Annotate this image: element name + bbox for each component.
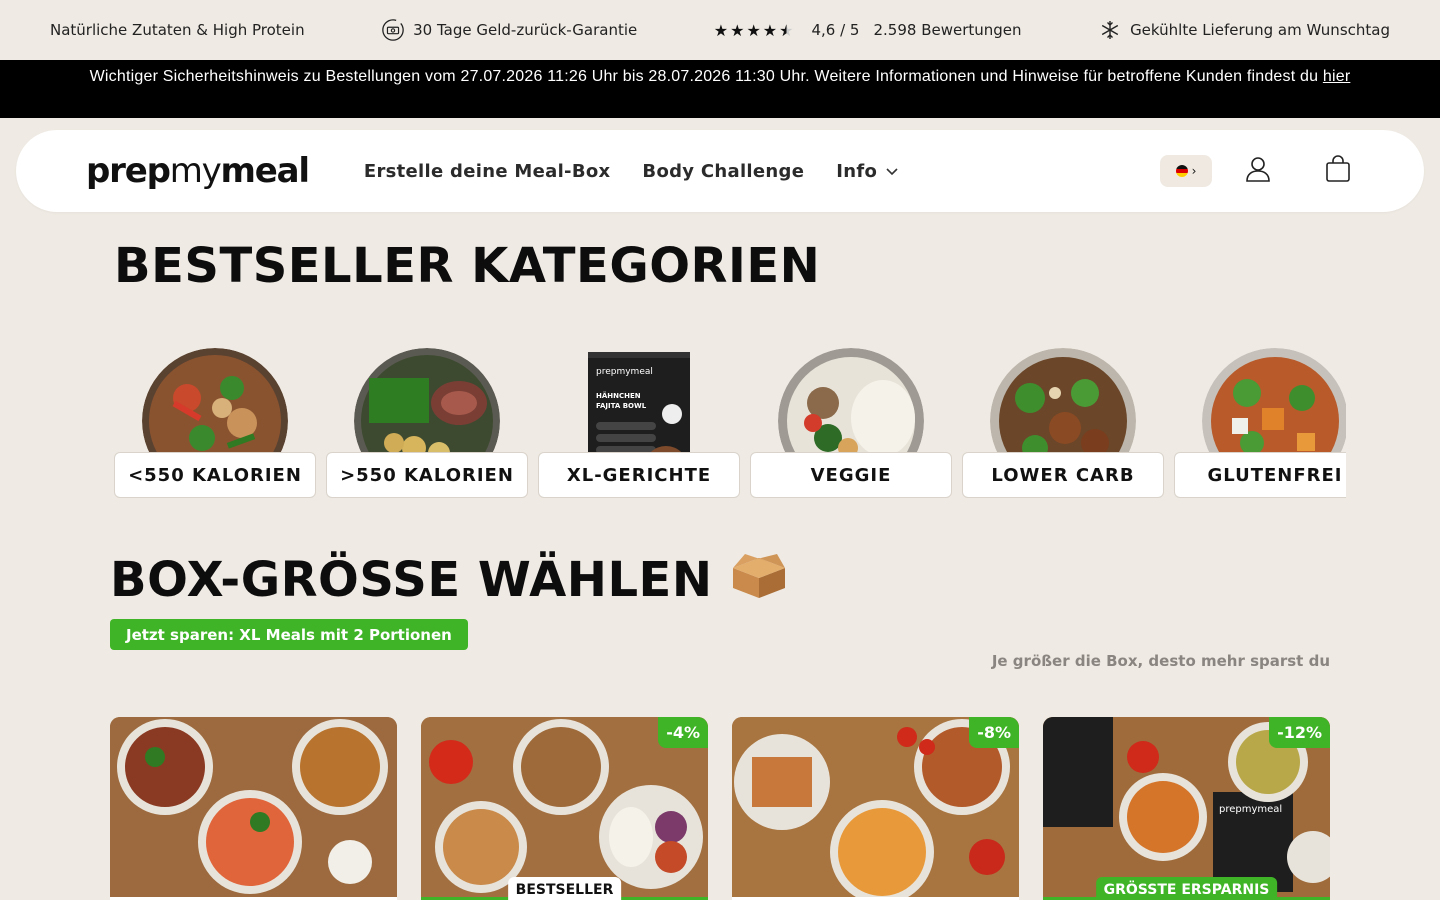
- usp-delivery-label: Gekühlte Lieferung am Wunschtag: [1130, 21, 1390, 39]
- security-notice: Wichtiger Sicherheitshinweis zu Bestellu…: [0, 60, 1440, 118]
- svg-text:prepmymeal: prepmymeal: [596, 367, 653, 377]
- security-notice-link[interactable]: hier: [1323, 68, 1350, 85]
- half-star-icon: ★: [779, 20, 794, 40]
- rating-score: 4,6 / 5: [811, 21, 860, 39]
- rating-count: 2.598 Bewertungen: [873, 21, 1022, 39]
- box-card-image: [110, 717, 397, 897]
- usp-natural-label: Natürliche Zutaten & High Protein: [50, 21, 305, 39]
- rating-stars: ★ ★ ★ ★ ★: [714, 21, 794, 40]
- bestseller-heading: BESTSELLER KATEGORIEN: [114, 238, 821, 294]
- logo-part-my: my: [169, 151, 222, 191]
- discount-badge: -8%: [969, 717, 1019, 748]
- main-nav: Erstelle deine Meal-Box Body Challenge I…: [364, 161, 899, 182]
- category-label: VEGGIE: [750, 452, 952, 498]
- star-icon: ★: [762, 20, 778, 40]
- box-size-cards: -4% BESTSELLER -8% prepmymeal -12% GRÖSS…: [110, 717, 1330, 900]
- chevron-right-icon: ›: [1191, 164, 1197, 178]
- nav-mealbox-label: Erstelle deine Meal-Box: [363, 160, 611, 182]
- money-back-icon: [381, 18, 405, 42]
- category-under-550[interactable]: <550 KALORIEN: [114, 340, 316, 500]
- cart-icon: [1324, 155, 1352, 187]
- biggest-savings-tag: GRÖSSTE ERSPARNIS: [1095, 877, 1278, 900]
- category-label: LOWER CARB: [962, 452, 1164, 498]
- security-notice-text: Wichtiger Sicherheitshinweis zu Bestellu…: [89, 68, 1319, 85]
- header-actions: ›: [1160, 155, 1354, 187]
- category-xl[interactable]: prepmymeal HÄHNCHEN FAJITA BOWL XL-GERICHT…: [538, 340, 740, 500]
- cart-button[interactable]: [1322, 155, 1354, 187]
- discount-badge: -12%: [1269, 717, 1330, 748]
- svg-text:prepmymeal: prepmymeal: [1219, 804, 1282, 815]
- category-carousel: <550 KALORIEN >550 KALORIEN prepmymeal HÄ…: [114, 340, 1346, 500]
- category-veggie[interactable]: VEGGIE: [750, 340, 952, 500]
- category-glutenfrei[interactable]: GLUTENFREI: [1174, 340, 1346, 500]
- box-card[interactable]: [110, 717, 397, 900]
- usp-guarantee-label: 30 Tage Geld-zurück-Garantie: [413, 21, 638, 39]
- account-button[interactable]: [1242, 155, 1274, 187]
- logo[interactable]: prepmymeal: [86, 151, 311, 191]
- star-icon: ★: [746, 20, 761, 40]
- snowflake-icon: [1098, 18, 1122, 42]
- usp-natural: Natürliche Zutaten & High Protein: [50, 21, 305, 39]
- usp-rating[interactable]: ★ ★ ★ ★ ★ 4,6 / 5 2.598 Bewertungen: [714, 21, 1022, 40]
- discount-badge: -4%: [658, 717, 708, 748]
- star-icon: ★: [713, 20, 729, 40]
- german-flag-icon: [1175, 165, 1188, 177]
- promo-badge[interactable]: Jetzt sparen: XL Meals mit 2 Portionen: [110, 619, 468, 650]
- nav-challenge-label: Body Challenge: [642, 160, 805, 182]
- star-icon: ★: [730, 20, 745, 40]
- category-label: XL-GERICHTE: [538, 452, 740, 498]
- usp-bar: Natürliche Zutaten & High Protein 30 Tag…: [0, 0, 1440, 60]
- user-icon: [1244, 155, 1272, 187]
- bestseller-tag: BESTSELLER: [507, 877, 622, 900]
- nav-item-info[interactable]: Info: [836, 161, 899, 182]
- usp-guarantee: 30 Tage Geld-zurück-Garantie: [381, 18, 637, 42]
- svg-text:HÄHNCHEN: HÄHNCHEN: [596, 391, 641, 400]
- box-card[interactable]: prepmymeal -12% GRÖSSTE ERSPARNIS: [1043, 717, 1330, 900]
- box-emoji-icon: [727, 548, 791, 612]
- nav-item-challenge[interactable]: Body Challenge: [642, 161, 804, 182]
- category-label: >550 KALORIEN: [326, 452, 528, 498]
- language-selector[interactable]: ›: [1160, 155, 1212, 187]
- category-label: GLUTENFREI: [1174, 452, 1346, 498]
- site-header: prepmymeal Erstelle deine Meal-Box Body …: [16, 130, 1424, 212]
- category-label: <550 KALORIEN: [114, 452, 316, 498]
- category-over-550[interactable]: >550 KALORIEN: [326, 340, 528, 500]
- usp-delivery: Gekühlte Lieferung am Wunschtag: [1098, 18, 1390, 42]
- savings-hint: Je größer die Box, desto mehr sparst du: [991, 652, 1330, 670]
- box-size-title: BOX-GRÖSSE WÄHLEN: [110, 552, 713, 608]
- logo-part-prep: prep: [86, 151, 171, 191]
- box-size-heading: BOX-GRÖSSE WÄHLEN: [110, 548, 791, 612]
- box-card[interactable]: -8%: [732, 717, 1019, 900]
- nav-item-mealbox[interactable]: Erstelle deine Meal-Box: [364, 161, 611, 182]
- chevron-down-icon: [885, 161, 899, 182]
- category-lower-carb[interactable]: LOWER CARB: [962, 340, 1164, 500]
- svg-text:FAJITA BOWL: FAJITA BOWL: [596, 402, 647, 410]
- box-card[interactable]: -4% BESTSELLER: [421, 717, 708, 900]
- logo-part-meal: meal: [220, 151, 311, 191]
- nav-info-label: Info: [836, 160, 878, 182]
